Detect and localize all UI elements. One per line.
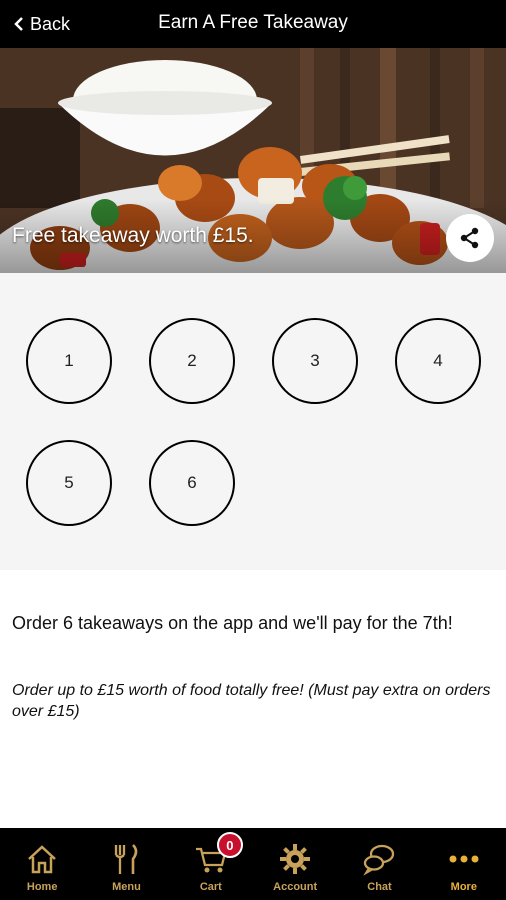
gear-icon (280, 844, 311, 874)
home-icon (28, 845, 57, 874)
chat-icon (363, 844, 395, 876)
tab-menu[interactable]: Menu (84, 828, 168, 900)
hero-banner: Free takeaway worth £15. (0, 48, 506, 273)
chevron-left-icon (14, 17, 23, 31)
page-title: Earn A Free Takeaway (158, 12, 348, 33)
tab-cart[interactable]: Cart 0 (169, 828, 253, 900)
stamp-3: 3 (272, 318, 358, 404)
tab-account-label: Account (273, 881, 318, 893)
tab-cart-label: Cart (199, 881, 222, 893)
stamp-6: 6 (149, 440, 235, 526)
stamp-2: 2 (149, 318, 235, 404)
hero-caption: Free takeaway worth £15. (12, 224, 254, 247)
offer-description: Order 6 takeaways on the app and we'll p… (12, 613, 453, 633)
tab-more-label: More (450, 881, 477, 893)
cart-count-badge: 0 (216, 832, 243, 858)
stamp-1: 1 (26, 318, 112, 404)
share-button[interactable] (446, 214, 494, 262)
offer-terms: Order up to £15 worth of food totally fr… (12, 682, 491, 720)
tab-more[interactable]: More (422, 828, 506, 900)
back-label: Back (30, 13, 71, 34)
tab-menu-label: Menu (112, 881, 141, 893)
more-icon (449, 855, 479, 863)
stamp-4: 4 (395, 318, 481, 404)
bottom-tab-bar: Home Menu Cart 0 Account Chat More (0, 828, 506, 900)
tab-account[interactable]: Account (253, 828, 337, 900)
stamp-card: 1 2 3 4 5 6 (0, 273, 506, 570)
tab-home[interactable]: Home (0, 828, 84, 900)
tab-home-label: Home (26, 881, 58, 893)
top-nav-bar: Back Earn A Free Takeaway (0, 0, 506, 48)
share-icon (460, 227, 479, 249)
back-button[interactable]: Back (14, 12, 70, 36)
tab-chat[interactable]: Chat (337, 828, 421, 900)
cutlery-icon (115, 844, 138, 874)
stamp-5: 5 (26, 440, 112, 526)
tab-chat-label: Chat (367, 881, 392, 893)
